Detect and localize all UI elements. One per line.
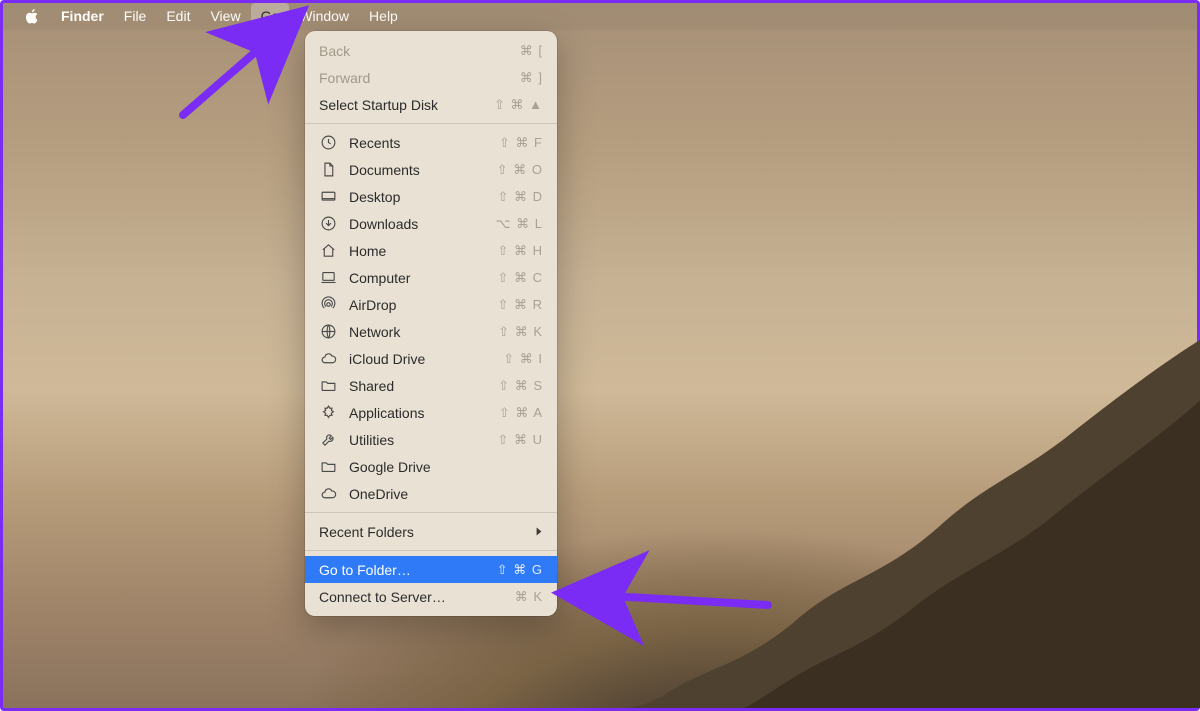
menu-item-shortcut: ⌘ [: [520, 43, 543, 59]
menubar: Finder File Edit View Go Window Help: [3, 3, 1197, 30]
menu-item-shortcut: ⌘ ]: [520, 70, 543, 86]
menu-item-documents[interactable]: Documents ⇧ ⌘ O: [305, 156, 557, 183]
menu-item-shortcut: ⇧ ⌘ O: [497, 162, 543, 178]
menu-separator: [305, 123, 557, 124]
menu-item-select-startup-disk[interactable]: Select Startup Disk ⇧ ⌘ ▲: [305, 91, 557, 118]
folder-icon: [319, 458, 337, 476]
menubar-item-help[interactable]: Help: [359, 3, 408, 30]
menu-item-google-drive[interactable]: Google Drive: [305, 453, 557, 480]
menu-item-shared[interactable]: Shared ⇧ ⌘ S: [305, 372, 557, 399]
menubar-item-edit[interactable]: Edit: [156, 3, 200, 30]
menu-separator: [305, 550, 557, 551]
menu-item-label: Computer: [349, 270, 497, 286]
home-icon: [319, 242, 337, 260]
menu-item-shortcut: ⇧ ⌘ ▲: [494, 97, 543, 113]
folder-icon: [319, 377, 337, 395]
menu-item-shortcut: ⇧ ⌘ D: [497, 189, 543, 205]
menu-item-downloads[interactable]: Downloads ⌥ ⌘ L: [305, 210, 557, 237]
menu-item-label: Network: [349, 324, 498, 340]
menu-item-label: Home: [349, 243, 497, 259]
menu-item-label: Connect to Server…: [319, 589, 515, 605]
menu-item-shortcut: ⇧ ⌘ K: [498, 324, 543, 340]
menu-item-recents[interactable]: Recents ⇧ ⌘ F: [305, 129, 557, 156]
menu-item-label: AirDrop: [349, 297, 497, 313]
menu-separator: [305, 512, 557, 513]
menu-item-home[interactable]: Home ⇧ ⌘ H: [305, 237, 557, 264]
desktop-icon: [319, 188, 337, 206]
menu-item-shortcut: ⇧ ⌘ I: [503, 351, 543, 367]
menu-item-shortcut: ⇧ ⌘ C: [497, 270, 543, 286]
menu-item-label: Recents: [349, 135, 499, 151]
menubar-item-window[interactable]: Window: [289, 3, 359, 30]
computer-icon: [319, 269, 337, 287]
document-icon: [319, 161, 337, 179]
menu-item-shortcut: ⇧ ⌘ S: [498, 378, 543, 394]
menu-item-label: Desktop: [349, 189, 497, 205]
menubar-item-file[interactable]: File: [114, 3, 157, 30]
menu-item-recent-folders[interactable]: Recent Folders: [305, 518, 557, 545]
clock-icon: [319, 134, 337, 152]
menu-item-back: Back ⌘ [: [305, 37, 557, 64]
menu-item-shortcut: ⇧ ⌘ R: [497, 297, 543, 313]
menu-item-forward: Forward ⌘ ]: [305, 64, 557, 91]
menu-item-label: Google Drive: [349, 459, 543, 475]
airdrop-icon: [319, 296, 337, 314]
menu-item-label: Go to Folder…: [319, 562, 497, 578]
menu-item-label: Documents: [349, 162, 497, 178]
applications-icon: [319, 404, 337, 422]
menu-item-shortcut: ⌥ ⌘ L: [496, 216, 543, 232]
menu-item-label: Select Startup Disk: [319, 97, 494, 113]
menu-item-label: Downloads: [349, 216, 496, 232]
wrench-icon: [319, 431, 337, 449]
network-icon: [319, 323, 337, 341]
menu-item-network[interactable]: Network ⇧ ⌘ K: [305, 318, 557, 345]
menu-item-shortcut: ⇧ ⌘ F: [499, 135, 543, 151]
download-icon: [319, 215, 337, 233]
menu-item-applications[interactable]: Applications ⇧ ⌘ A: [305, 399, 557, 426]
menubar-item-view[interactable]: View: [200, 3, 250, 30]
annotation-arrow-mid: [563, 583, 773, 613]
menu-item-label: Utilities: [349, 432, 497, 448]
menu-item-desktop[interactable]: Desktop ⇧ ⌘ D: [305, 183, 557, 210]
apple-menu-icon[interactable]: [21, 8, 41, 25]
menu-item-connect-to-server[interactable]: Connect to Server… ⌘ K: [305, 583, 557, 610]
cloud-icon: [319, 350, 337, 368]
menu-item-onedrive[interactable]: OneDrive: [305, 480, 557, 507]
menu-item-label: OneDrive: [349, 486, 543, 502]
menu-item-shortcut: ⇧ ⌘ G: [497, 562, 543, 578]
menu-item-icloud-drive[interactable]: iCloud Drive ⇧ ⌘ I: [305, 345, 557, 372]
menubar-item-go[interactable]: Go: [251, 3, 290, 30]
wallpaper-mountain: [3, 308, 1200, 708]
menubar-app-name[interactable]: Finder: [51, 3, 114, 30]
menu-item-go-to-folder[interactable]: Go to Folder… ⇧ ⌘ G: [305, 556, 557, 583]
go-menu-dropdown: Back ⌘ [ Forward ⌘ ] Select Startup Disk…: [305, 31, 557, 616]
menu-item-label: Recent Folders: [319, 524, 535, 540]
menu-item-label: Forward: [319, 70, 520, 86]
submenu-chevron-icon: [535, 524, 543, 540]
menu-item-shortcut: ⌘ K: [515, 589, 543, 605]
menu-item-shortcut: ⇧ ⌘ A: [499, 405, 543, 421]
menu-item-label: Shared: [349, 378, 498, 394]
menu-item-label: iCloud Drive: [349, 351, 503, 367]
menu-item-airdrop[interactable]: AirDrop ⇧ ⌘ R: [305, 291, 557, 318]
desktop: Finder File Edit View Go Window Help Bac…: [0, 0, 1200, 711]
menu-item-utilities[interactable]: Utilities ⇧ ⌘ U: [305, 426, 557, 453]
menu-item-computer[interactable]: Computer ⇧ ⌘ C: [305, 264, 557, 291]
menu-item-label: Applications: [349, 405, 499, 421]
menu-item-shortcut: ⇧ ⌘ U: [497, 432, 543, 448]
menu-item-label: Back: [319, 43, 520, 59]
menu-item-shortcut: ⇧ ⌘ H: [497, 243, 543, 259]
cloud-icon: [319, 485, 337, 503]
